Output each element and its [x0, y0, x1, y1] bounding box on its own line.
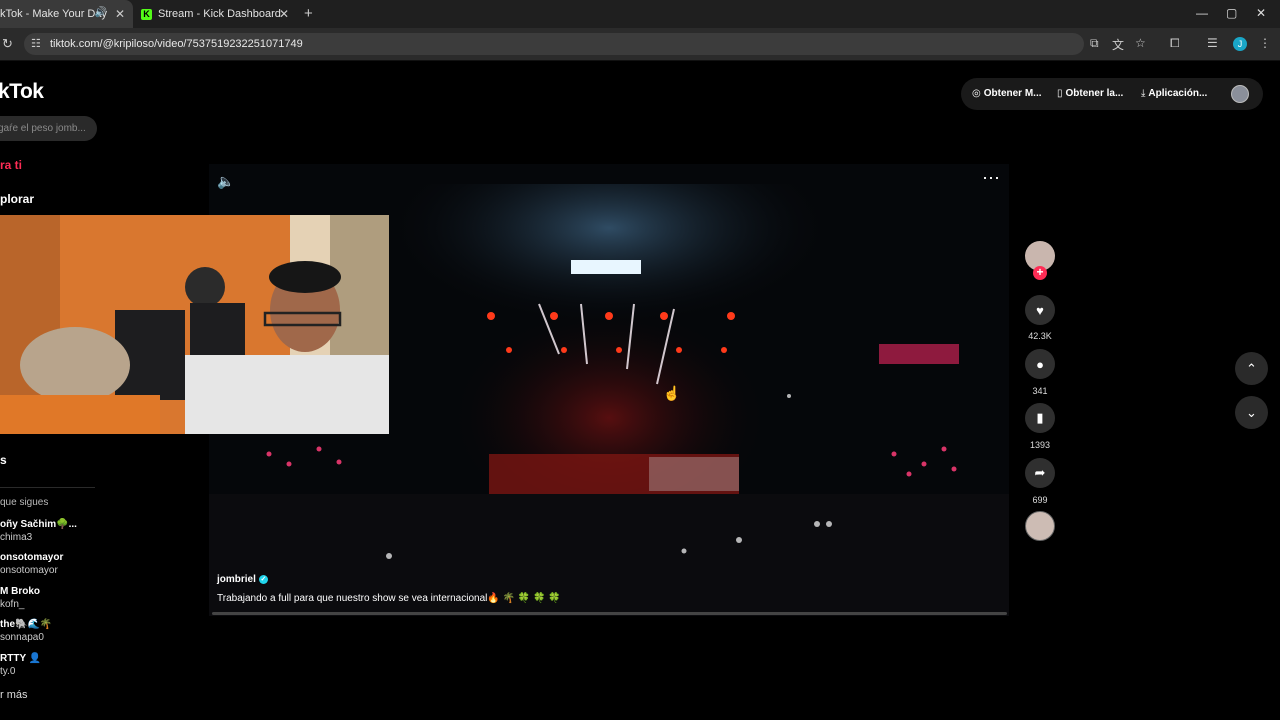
account-name: oñy Sačhim🌳... [0, 519, 77, 530]
following-account[interactable]: the🐘🌊🌴 sonnapa0 [0, 618, 52, 644]
site-info-icon[interactable]: ☷ [31, 37, 41, 50]
share-count: 699 [1032, 495, 1048, 505]
address-bar-row: ↻ ☷ tiktok.com/@kripiloso/video/75375192… [0, 28, 1280, 61]
cast-icon[interactable]: ⧉ [1090, 36, 1099, 51]
restore-icon[interactable]: ▢ [1226, 6, 1237, 20]
account-handle: ty.0 [0, 666, 16, 677]
save-count: 1393 [1029, 440, 1051, 450]
follow-plus-icon[interactable]: + [1033, 266, 1047, 280]
desktop-app-button[interactable]: ⤓ Aplicación... [1141, 88, 1207, 99]
bookmark-icon: ▮ [1036, 410, 1044, 425]
following-account[interactable]: M Broko kofn_ [0, 585, 40, 611]
comment-count: 341 [1032, 386, 1048, 396]
video-author[interactable]: jombriel ✓ [217, 574, 268, 585]
get-app-button[interactable]: ▯ Obtener la... [1057, 88, 1123, 99]
url-text[interactable]: tiktok.com/@kripiloso/video/753751923225… [50, 38, 303, 50]
speaker-icon[interactable]: 🔊 [95, 7, 107, 18]
tiktok-logo[interactable]: kTok [0, 80, 44, 104]
following-account[interactable]: oñy Sačhim🌳... chima3 [0, 518, 77, 544]
nav-for-you[interactable]: ra ti [0, 158, 22, 172]
new-tab-button[interactable]: + [304, 5, 313, 22]
music-disc[interactable] [1025, 511, 1055, 541]
more-options-icon[interactable]: ⋯ [982, 168, 1001, 189]
webcam-image [0, 215, 389, 434]
kick-favicon-icon: K [141, 8, 152, 20]
account-name: M Broko [0, 586, 40, 597]
user-avatar[interactable] [1231, 85, 1249, 103]
tab-tiktok[interactable]: kTok - Make Your Day 🔊 ✕ [0, 0, 133, 28]
account-handle: onsotomayor [0, 565, 58, 576]
account-handle: kofn_ [0, 599, 25, 610]
close-tab-icon[interactable]: ✕ [115, 7, 125, 21]
previous-video-button[interactable]: ⌃ [1235, 352, 1268, 385]
omnibox[interactable]: ☷ tiktok.com/@kripiloso/video/7537519232… [24, 33, 1084, 55]
desktop-app-label: Aplicación... [1148, 88, 1208, 99]
phone-icon: ▯ [1057, 88, 1063, 99]
menu-kebab-icon[interactable]: ⋮ [1259, 36, 1271, 50]
webcam-overlay [0, 215, 389, 434]
share-button[interactable]: ➦ [1025, 458, 1055, 488]
heart-icon: ♥ [1036, 302, 1044, 318]
get-coins-button[interactable]: ◎ Obtener M... [972, 88, 1042, 99]
mouse-cursor-icon: ☝ [663, 385, 681, 401]
share-icon: ➦ [1034, 465, 1046, 480]
get-app-label: Obtener la... [1065, 88, 1124, 99]
extensions-icon[interactable]: ⧠ [1170, 36, 1180, 51]
tab-strip: kTok - Make Your Day 🔊 ✕ K Stream - Kick… [0, 0, 1280, 28]
account-handle: chima3 [0, 532, 33, 543]
verified-badge-icon: ✓ [258, 575, 268, 584]
get-coins-label: Obtener M... [983, 88, 1042, 99]
minimize-icon[interactable]: — [1196, 6, 1208, 20]
author-name: jombriel [217, 574, 256, 585]
next-video-button[interactable]: ⌄ [1235, 396, 1268, 429]
account-name: onsotomayor [0, 552, 64, 563]
nav-lives[interactable]: s [0, 453, 7, 467]
progress-bar[interactable] [212, 612, 1007, 615]
nav-explore[interactable]: plorar [0, 192, 34, 206]
download-icon: ⤓ [1141, 88, 1146, 99]
tab-title: Stream - Kick Dashboard [158, 8, 281, 20]
comment-icon: ● [1036, 356, 1044, 372]
search-input[interactable]: gaŕe el peso jomb... [0, 116, 97, 141]
close-window-icon[interactable]: ✕ [1256, 6, 1266, 20]
profile-avatar[interactable]: J [1233, 37, 1247, 51]
account-handle: sonnapa0 [0, 632, 44, 643]
translate-icon[interactable]: 文 [1112, 36, 1124, 53]
save-button[interactable]: ▮ [1025, 403, 1055, 433]
like-count: 42.3K [1028, 331, 1052, 341]
chevron-up-icon: ⌃ [1246, 361, 1257, 376]
following-account[interactable]: onsotomayor onsotomayor [0, 551, 63, 577]
following-account[interactable]: RTTY 👤 ty.0 [0, 652, 41, 678]
close-tab-icon[interactable]: ✕ [279, 7, 289, 21]
account-name: the🐘🌊🌴 [0, 619, 53, 630]
bookmark-star-icon[interactable]: ☆ [1135, 36, 1146, 50]
like-button[interactable]: ♥ [1025, 295, 1055, 325]
tab-title: kTok - Make Your Day [0, 8, 107, 20]
video-caption: Trabajando a full para que nuestro show … [217, 593, 561, 604]
volume-icon[interactable]: 🔈 [217, 173, 234, 190]
chevron-down-icon: ⌄ [1246, 405, 1257, 420]
media-controls-icon[interactable]: ☰ [1207, 36, 1218, 50]
coin-icon: ◎ [972, 88, 981, 99]
comment-button[interactable]: ● [1025, 349, 1055, 379]
divider [0, 487, 95, 488]
see-more-link[interactable]: r más [0, 689, 28, 701]
reload-icon[interactable]: ↻ [2, 36, 13, 52]
following-section-title: que sigues [0, 497, 49, 508]
tab-kick[interactable]: K Stream - Kick Dashboard ✕ [135, 0, 297, 28]
account-name: RTTY 👤 [0, 653, 42, 664]
